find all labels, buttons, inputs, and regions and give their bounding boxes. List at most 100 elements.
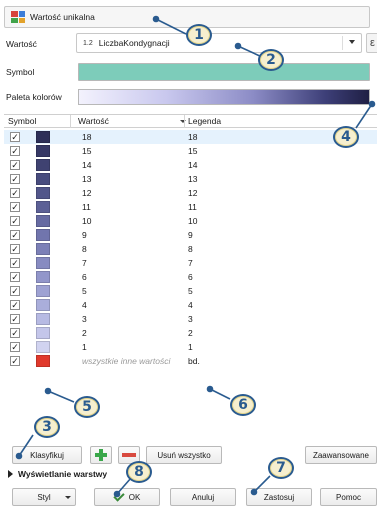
table-row[interactable]: ✓ 11 11 (4, 200, 377, 214)
row-legend[interactable]: 11 (188, 202, 197, 212)
row-checkbox[interactable]: ✓ (10, 258, 20, 268)
add-category-button[interactable] (90, 446, 112, 464)
row-checkbox[interactable]: ✓ (10, 216, 20, 226)
header-legend[interactable]: Legenda (188, 116, 221, 126)
row-value[interactable]: 10 (82, 216, 91, 226)
table-row[interactable]: ✓ 5 5 (4, 284, 377, 298)
row-legend[interactable]: 15 (188, 146, 197, 156)
row-value[interactable]: 3 (82, 314, 87, 324)
row-symbol-swatch[interactable] (36, 159, 50, 171)
row-symbol-swatch[interactable] (36, 271, 50, 283)
row-symbol-swatch[interactable] (36, 257, 50, 269)
row-symbol-swatch[interactable] (36, 327, 50, 339)
row-checkbox[interactable]: ✓ (10, 174, 20, 184)
row-value[interactable]: 5 (82, 286, 87, 296)
apply-button[interactable]: Zastosuj (246, 488, 312, 506)
categories-table[interactable]: Symbol Wartość Legenda ✓ 18 18 ✓ 15 15 ✓ 14 14 ✓ 1… (4, 114, 377, 396)
row-value[interactable]: 15 (82, 146, 91, 156)
table-row[interactable]: ✓ 2 2 (4, 326, 377, 340)
row-legend[interactable]: 2 (188, 328, 193, 338)
table-row[interactable]: ✓ wszystkie inne wartości bd. (4, 354, 377, 368)
row-checkbox[interactable]: ✓ (10, 356, 20, 366)
table-row[interactable]: ✓ 1 1 (4, 340, 377, 354)
cancel-button[interactable]: Anuluj (170, 488, 236, 506)
row-symbol-swatch[interactable] (36, 187, 50, 199)
row-checkbox[interactable]: ✓ (10, 328, 20, 338)
row-legend[interactable]: 4 (188, 300, 193, 310)
row-symbol-swatch[interactable] (36, 285, 50, 297)
header-value[interactable]: Wartość (78, 116, 109, 126)
help-button[interactable]: Pomoc (320, 488, 377, 506)
row-value[interactable]: 13 (82, 174, 91, 184)
row-symbol-swatch[interactable] (36, 299, 50, 311)
row-value[interactable]: 7 (82, 258, 87, 268)
row-value[interactable]: 18 (82, 132, 91, 142)
table-row[interactable]: ✓ 6 6 (4, 270, 377, 284)
row-checkbox[interactable]: ✓ (10, 300, 20, 310)
row-checkbox[interactable]: ✓ (10, 160, 20, 170)
table-row[interactable]: ✓ 10 10 (4, 214, 377, 228)
row-legend[interactable]: 3 (188, 314, 193, 324)
color-ramp-button[interactable] (78, 89, 370, 105)
row-value[interactable]: 2 (82, 328, 87, 338)
row-symbol-swatch[interactable] (36, 313, 50, 325)
row-value[interactable]: 8 (82, 244, 87, 254)
row-symbol-swatch[interactable] (36, 145, 50, 157)
row-symbol-swatch[interactable] (36, 229, 50, 241)
row-legend[interactable]: 10 (188, 216, 197, 226)
row-legend[interactable]: 7 (188, 258, 193, 268)
table-row[interactable]: ✓ 15 15 (4, 144, 377, 158)
row-value[interactable]: 11 (82, 202, 91, 212)
row-value[interactable]: 6 (82, 272, 87, 282)
row-legend[interactable]: 6 (188, 272, 193, 282)
row-checkbox[interactable]: ✓ (10, 188, 20, 198)
row-legend[interactable]: 14 (188, 160, 197, 170)
table-row[interactable]: ✓ 3 3 (4, 312, 377, 326)
row-legend[interactable]: bd. (188, 356, 200, 366)
table-row[interactable]: ✓ 12 12 (4, 186, 377, 200)
row-checkbox[interactable]: ✓ (10, 272, 20, 282)
row-checkbox[interactable]: ✓ (10, 342, 20, 352)
row-legend[interactable]: 12 (188, 188, 197, 198)
row-checkbox[interactable]: ✓ (10, 146, 20, 156)
layer-rendering-section[interactable]: Wyświetlanie warstwy (8, 469, 107, 479)
row-value[interactable]: 12 (82, 188, 91, 198)
row-value[interactable]: 9 (82, 230, 87, 240)
row-symbol-swatch[interactable] (36, 243, 50, 255)
row-symbol-swatch[interactable] (36, 355, 50, 367)
header-symbol[interactable]: Symbol (8, 116, 36, 126)
renderer-dropdown[interactable]: Wartość unikalna (4, 6, 370, 28)
row-checkbox[interactable]: ✓ (10, 132, 20, 142)
table-row[interactable]: ✓ 14 14 (4, 158, 377, 172)
value-field-dropdown[interactable]: 1.2 LiczbaKondygnacji (76, 33, 362, 53)
row-legend[interactable]: 13 (188, 174, 197, 184)
row-checkbox[interactable]: ✓ (10, 244, 20, 254)
row-checkbox[interactable]: ✓ (10, 230, 20, 240)
row-value[interactable]: 14 (82, 160, 91, 170)
row-checkbox[interactable]: ✓ (10, 314, 20, 324)
row-value[interactable]: 4 (82, 300, 87, 310)
row-checkbox[interactable]: ✓ (10, 202, 20, 212)
advanced-button[interactable]: Zaawansowane (305, 446, 377, 464)
symbol-button[interactable] (78, 63, 370, 81)
row-legend[interactable]: 1 (188, 342, 193, 352)
row-symbol-swatch[interactable] (36, 131, 50, 143)
row-legend[interactable]: 5 (188, 286, 193, 296)
table-row[interactable]: ✓ 4 4 (4, 298, 377, 312)
remove-all-button[interactable]: Usuń wszystko (146, 446, 222, 464)
row-legend[interactable]: 8 (188, 244, 193, 254)
row-value[interactable]: wszystkie inne wartości (82, 356, 170, 366)
row-legend[interactable]: 18 (188, 132, 197, 142)
table-row[interactable]: ✓ 7 7 (4, 256, 377, 270)
table-row[interactable]: ✓ 8 8 (4, 242, 377, 256)
ok-button[interactable]: OK (94, 488, 160, 506)
style-dropdown-button[interactable]: Styl (12, 488, 76, 506)
table-row[interactable]: ✓ 13 13 (4, 172, 377, 186)
table-row[interactable]: ✓ 18 18 (4, 130, 377, 144)
classify-button[interactable]: Klasyfikuj (12, 446, 82, 464)
row-symbol-swatch[interactable] (36, 173, 50, 185)
expression-button[interactable]: ε (366, 33, 377, 53)
row-legend[interactable]: 9 (188, 230, 193, 240)
row-symbol-swatch[interactable] (36, 215, 50, 227)
row-value[interactable]: 1 (82, 342, 87, 352)
